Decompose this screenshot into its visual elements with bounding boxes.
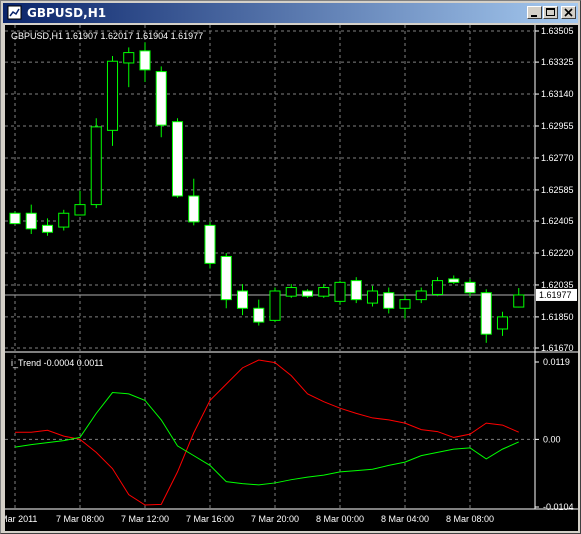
candle: [220, 252, 232, 309]
candle: [285, 284, 297, 298]
bull-candle-body: [399, 299, 411, 309]
time-label: 8 Mar 00:00: [316, 514, 364, 524]
price-label: 1.61670: [541, 343, 574, 353]
bull-candle-body: [513, 294, 525, 308]
time-label: 8 Mar 08:00: [446, 514, 494, 524]
candle: [74, 190, 86, 216]
candle: [301, 289, 314, 298]
close-button[interactable]: [561, 6, 576, 19]
price-label: 1.62770: [541, 153, 574, 163]
bear-candle-body: [480, 292, 492, 335]
bear-candle-body: [25, 212, 37, 230]
price-chart[interactable]: 7 Mar 2011 7 Mar 08:00 7 Mar 12:00 7 Mar 16…: [5, 25, 578, 531]
bull-candle-body: [285, 287, 297, 297]
bear-candle-body: [41, 224, 54, 233]
time-label: 7 Mar 16:00: [186, 514, 234, 524]
indicator-label: 0.00: [543, 434, 561, 444]
price-label: 1.62585: [541, 185, 574, 195]
bear-candle-body: [9, 212, 21, 225]
current-price-text: 1.61977: [539, 290, 572, 300]
bull-candle-body: [334, 281, 346, 302]
candle: [496, 311, 509, 336]
candle: [399, 294, 411, 319]
price-info-text: GBPUSD,H1 1.61907 1.62017 1.61904 1.6197…: [11, 31, 203, 41]
candle: [464, 278, 476, 297]
bull-candle-body: [415, 290, 427, 301]
time-label: 8 Mar 04:00: [381, 514, 429, 524]
bear-candle-body: [139, 50, 151, 71]
bull-candle-body: [496, 316, 509, 330]
chart-window: GBPUSD,H1 7 Mar 2011 7 Mar 08:00 7 Mar 12:…: [0, 0, 581, 534]
candle: [383, 287, 395, 314]
time-label: 7 Mar 08:00: [56, 514, 104, 524]
price-label: 1.62405: [541, 216, 574, 226]
candle: [123, 47, 135, 88]
bear-candle-body: [464, 281, 476, 294]
candle: [415, 287, 427, 304]
candle: [155, 66, 167, 138]
bull-candle-body: [74, 204, 86, 216]
bear-candle-body: [350, 280, 362, 301]
candle: [253, 299, 265, 326]
candle: [431, 277, 444, 297]
candle: [204, 221, 216, 269]
indicator-info-text: i_Trend -0.0004 0.0011: [11, 358, 104, 368]
window-title: GBPUSD,H1: [27, 6, 107, 20]
bear-candle-body: [204, 224, 216, 264]
candle: [106, 56, 119, 146]
bear-candle-body: [383, 292, 395, 309]
candle: [58, 209, 70, 231]
candle: [334, 280, 346, 305]
candle: [480, 289, 492, 343]
chart-area[interactable]: 7 Mar 2011 7 Mar 08:00 7 Mar 12:00 7 Mar 16…: [5, 25, 578, 531]
bull-candle-body: [58, 212, 70, 228]
candle: [9, 211, 21, 225]
price-label: 1.63140: [541, 89, 574, 99]
time-label: 7 Mar 12:00: [121, 514, 169, 524]
candle: [448, 275, 460, 285]
bull-candle-body: [269, 290, 281, 321]
candle: [318, 284, 330, 298]
candle: [350, 277, 362, 304]
title-bar[interactable]: GBPUSD,H1: [3, 3, 578, 23]
price-label: 1.62220: [541, 248, 574, 258]
maximize-button[interactable]: [543, 6, 558, 19]
bear-candle-body: [155, 71, 167, 126]
bull-candle-body: [318, 287, 330, 297]
bull-candle-body: [366, 290, 379, 304]
price-label: 1.63505: [541, 26, 574, 36]
trend-line-red: [15, 359, 519, 506]
candle: [139, 42, 151, 82]
time-label: 7 Mar 2011: [5, 514, 37, 524]
candle: [236, 284, 249, 316]
bear-candle-body: [253, 307, 265, 323]
bear-candle-body: [301, 290, 314, 297]
price-label: 1.61850: [541, 312, 574, 322]
bull-candle-body: [106, 60, 119, 131]
candle: [90, 118, 102, 209]
candle: [513, 288, 525, 308]
time-label: 7 Mar 20:00: [251, 514, 299, 524]
candle: [366, 285, 379, 307]
minimize-button[interactable]: [527, 6, 542, 19]
candle: [171, 118, 184, 198]
trend-line-green: [14, 392, 519, 486]
bear-candle-body: [236, 290, 249, 309]
bear-candle-body: [220, 255, 232, 301]
indicator-label: 0.0119: [543, 357, 570, 367]
bull-candle-body: [123, 52, 135, 64]
bull-candle-body: [90, 126, 102, 206]
bear-candle-body: [188, 195, 200, 223]
candle: [25, 204, 37, 234]
price-label: 1.62955: [541, 121, 574, 131]
candle: [188, 178, 200, 226]
bear-candle-body: [448, 278, 460, 283]
chart-window-icon: [7, 5, 22, 20]
indicator-label: -0.0104: [543, 502, 574, 512]
price-label: 1.62035: [541, 280, 574, 290]
candle: [269, 287, 281, 323]
bear-candle-body: [171, 121, 184, 197]
bull-candle-body: [431, 280, 444, 295]
price-label: 1.63325: [541, 57, 574, 67]
